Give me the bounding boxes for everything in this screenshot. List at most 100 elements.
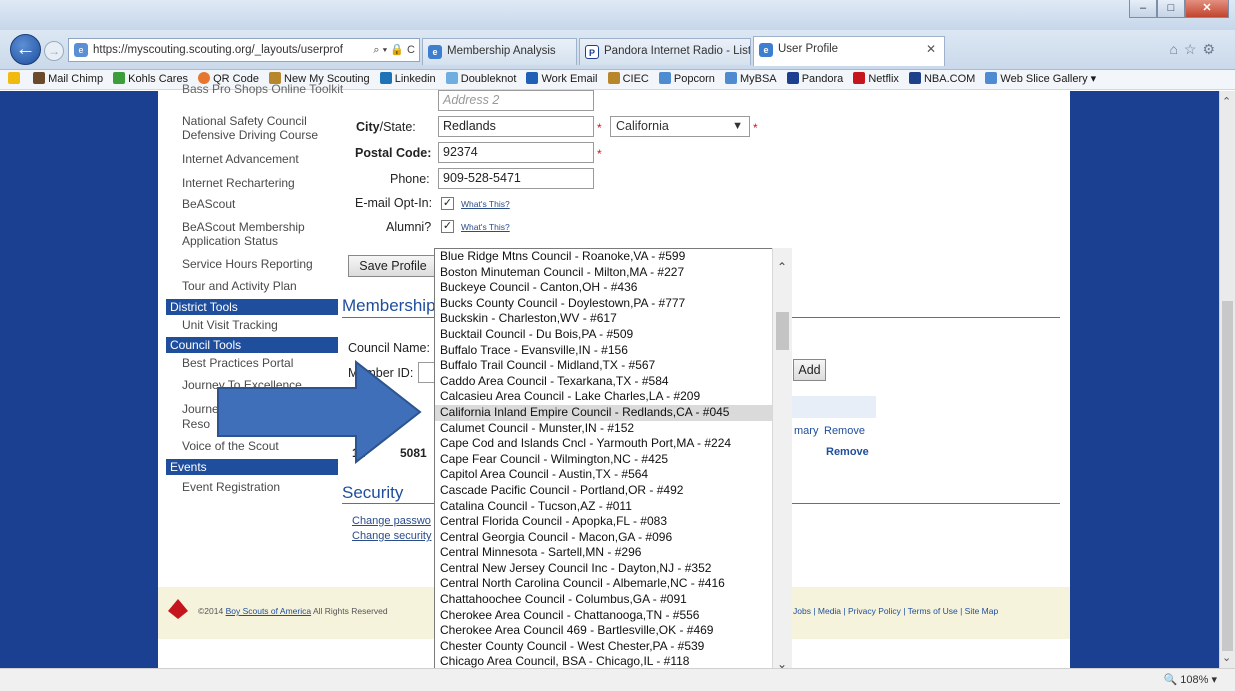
membership-table-header [790, 396, 876, 418]
council-option[interactable]: Buckeye Council - Canton,OH - #436 [435, 280, 791, 296]
council-option[interactable]: Blue Ridge Mtns Council - Roanoke,VA - #… [435, 249, 791, 265]
fav-nba[interactable]: NBA.COM [908, 70, 975, 89]
council-option[interactable]: Bucks County Council - Doylestown,PA - #… [435, 296, 791, 312]
council-option[interactable]: Central Minnesota - Sartell,MN - #296 [435, 545, 791, 561]
fav-linkedin[interactable]: Linkedin [379, 70, 436, 89]
sidebar-item-beascout[interactable]: BeAScout [182, 197, 350, 211]
sidebar-item-internet-rechartering[interactable]: Internet Rechartering [182, 176, 350, 190]
fav-mail-chimp[interactable]: Mail Chimp [33, 70, 103, 89]
council-option[interactable]: Caddo Area Council - Texarkana,TX - #584 [435, 374, 791, 390]
dropdown-scrollbar-thumb[interactable] [776, 312, 789, 350]
postal-code-field[interactable]: 92374 [438, 142, 594, 163]
fav-netflix[interactable]: Netflix [853, 70, 899, 89]
ie-page-icon: e [74, 43, 88, 57]
sidebar-item-bass-pro[interactable]: Bass Pro Shops Online Toolkit [182, 82, 350, 96]
council-option[interactable]: Capitol Area Council - Austin,TX - #564 [435, 467, 791, 483]
alumni-checkbox[interactable]: ✓ [441, 220, 454, 233]
scrollbar-thumb[interactable] [1222, 301, 1233, 651]
council-option[interactable]: Buckskin - Charleston,WV - #617 [435, 311, 791, 327]
postal-code-label: Postal Code: [355, 146, 432, 160]
address-controls[interactable]: ⌕ ▾ 🔒 C [373, 39, 415, 61]
forward-arrow-icon[interactable]: → [44, 41, 64, 61]
fav-pandora[interactable]: Pandora [786, 70, 843, 89]
council-option[interactable]: Cherokee Area Council - Chattanooga,TN -… [435, 608, 791, 624]
phone-field[interactable]: 909-528-5471 [438, 168, 594, 189]
tab-label: Pandora Internet Radio - Listen... [604, 45, 751, 57]
security-section-title: Security [342, 483, 404, 502]
fav-mybsa[interactable]: MyBSA [724, 70, 777, 89]
fav-kohls-cares[interactable]: Kohls Cares [113, 70, 188, 89]
fav-work-email[interactable]: Work Email [526, 70, 598, 89]
scroll-up-icon[interactable]: ⌃ [1222, 95, 1231, 108]
council-option[interactable]: Central Florida Council - Apopka,FL - #0… [435, 514, 791, 530]
address2-field[interactable]: Address 2 [438, 90, 594, 111]
council-option[interactable]: Cascade Pacific Council - Portland,OR - … [435, 483, 791, 499]
bsa-link[interactable]: Boy Scouts of America [226, 606, 312, 616]
tab-user-profile[interactable]: e User Profile ✕ [753, 36, 945, 66]
footer-links[interactable]: Jobs | Media | Privacy Policy | Terms of… [793, 606, 998, 616]
remove-link[interactable]: Remove [826, 446, 869, 458]
close-tab-icon[interactable]: ✕ [926, 37, 936, 62]
tab-membership-analysis[interactable]: e Membership Analysis [422, 38, 577, 65]
sidebar-item-nsc-driving[interactable]: National Safety Council Defensive Drivin… [182, 114, 332, 142]
council-option[interactable]: Cape Fear Council - Wilmington,NC - #425 [435, 452, 791, 468]
council-option[interactable]: Calcasieu Area Council - Lake Charles,LA… [435, 389, 791, 405]
page-scrollbar[interactable]: ⌃ ⌄ [1219, 91, 1235, 668]
council-dropdown-list[interactable]: Blue Ridge Mtns Council - Roanoke,VA - #… [434, 248, 792, 689]
fav-doubleknot[interactable]: Doubleknot [445, 70, 516, 89]
council-option[interactable]: Central North Carolina Council - Albemar… [435, 576, 791, 592]
council-option[interactable]: Buffalo Trail Council - Midland,TX - #56… [435, 358, 791, 374]
close-window-icon[interactable]: ✕ [1185, 0, 1229, 18]
address-bar[interactable]: e https://myscouting.scouting.org/_layou… [68, 38, 420, 62]
chevron-down-icon: ▼ [732, 120, 743, 132]
favorites-star-icon[interactable] [8, 70, 23, 89]
sidebar-item-event-registration[interactable]: Event Registration [182, 480, 350, 494]
maximize-icon[interactable]: □ [1157, 0, 1185, 18]
save-profile-button[interactable]: Save Profile [348, 255, 438, 277]
back-arrow-icon[interactable]: ← [10, 34, 41, 65]
council-option[interactable]: Cherokee Area Council 469 - Bartlesville… [435, 623, 791, 639]
council-option[interactable]: Chester County Council - West Chester,PA… [435, 639, 791, 655]
email-optin-checkbox[interactable]: ✓ [441, 197, 454, 210]
council-option[interactable]: Catalina Council - Tucson,AZ - #011 [435, 499, 791, 515]
pointer-arrow-icon [217, 360, 422, 464]
council-option[interactable]: Central New Jersey Council Inc - Dayton,… [435, 561, 791, 577]
change-password-link[interactable]: Change passwo [352, 515, 431, 527]
alumni-whats-this-link[interactable]: What's This? [461, 222, 510, 232]
tab-pandora[interactable]: P Pandora Internet Radio - Listen... [579, 38, 751, 65]
council-option[interactable]: Central Georgia Council - Macon,GA - #09… [435, 530, 791, 546]
fav-popcorn[interactable]: Popcorn [658, 70, 715, 89]
sidebar-item-service-hours[interactable]: Service Hours Reporting [182, 257, 350, 271]
sidebar-item-tour-plan[interactable]: Tour and Activity Plan [182, 279, 350, 293]
sidebar-item-beascout-status[interactable]: BeAScout Membership Application Status [182, 220, 322, 248]
fav-ciec[interactable]: CIEC [607, 70, 649, 89]
minimize-icon[interactable]: – [1129, 0, 1157, 18]
council-option[interactable]: Chattahoochee Council - Columbus,GA - #0… [435, 592, 791, 608]
home-star-gear-icons[interactable]: ⌂☆⚙ [1169, 41, 1221, 58]
required-marker: * [597, 121, 602, 135]
primary-link[interactable]: mary [794, 425, 818, 437]
council-option[interactable]: Calumet Council - Munster,IN - #152 [435, 421, 791, 437]
city-field[interactable]: Redlands [438, 116, 594, 137]
dropdown-scroll-up-icon[interactable]: ⌃ [777, 260, 787, 274]
sidebar-item-internet-advancement[interactable]: Internet Advancement [182, 152, 350, 166]
fav-web-slice-gallery[interactable]: Web Slice Gallery ▾ [985, 70, 1096, 89]
sidebar-item-unit-visit[interactable]: Unit Visit Tracking [182, 318, 350, 332]
dropdown-scrollbar[interactable]: ⌃ ⌄ [772, 248, 792, 689]
council-option[interactable]: Bucktail Council - Du Bois,PA - #509 [435, 327, 791, 343]
email-optin-whats-this-link[interactable]: What's This? [461, 199, 510, 209]
pandora-icon: P [585, 45, 599, 59]
change-security-link[interactable]: Change security [352, 530, 432, 542]
status-bar: 🔍 108% ▾ [0, 668, 1235, 691]
council-option[interactable]: Cape Cod and Islands Cncl - Yarmouth Por… [435, 436, 791, 452]
scroll-down-icon[interactable]: ⌄ [1222, 651, 1231, 664]
council-option[interactable]: California Inland Empire Council - Redla… [435, 404, 791, 421]
add-button[interactable]: Add [793, 359, 826, 381]
council-option[interactable]: Boston Minuteman Council - Milton,MA - #… [435, 265, 791, 281]
window-titlebar: – □ ✕ [0, 0, 1235, 30]
state-select[interactable]: California ▼ [610, 116, 750, 137]
sidebar-heading-council: Council Tools [166, 337, 338, 353]
remove-link[interactable]: Remove [824, 425, 865, 437]
council-option[interactable]: Buffalo Trace - Evansville,IN - #156 [435, 343, 791, 359]
zoom-level[interactable]: 🔍 108% ▾ [1164, 669, 1217, 691]
